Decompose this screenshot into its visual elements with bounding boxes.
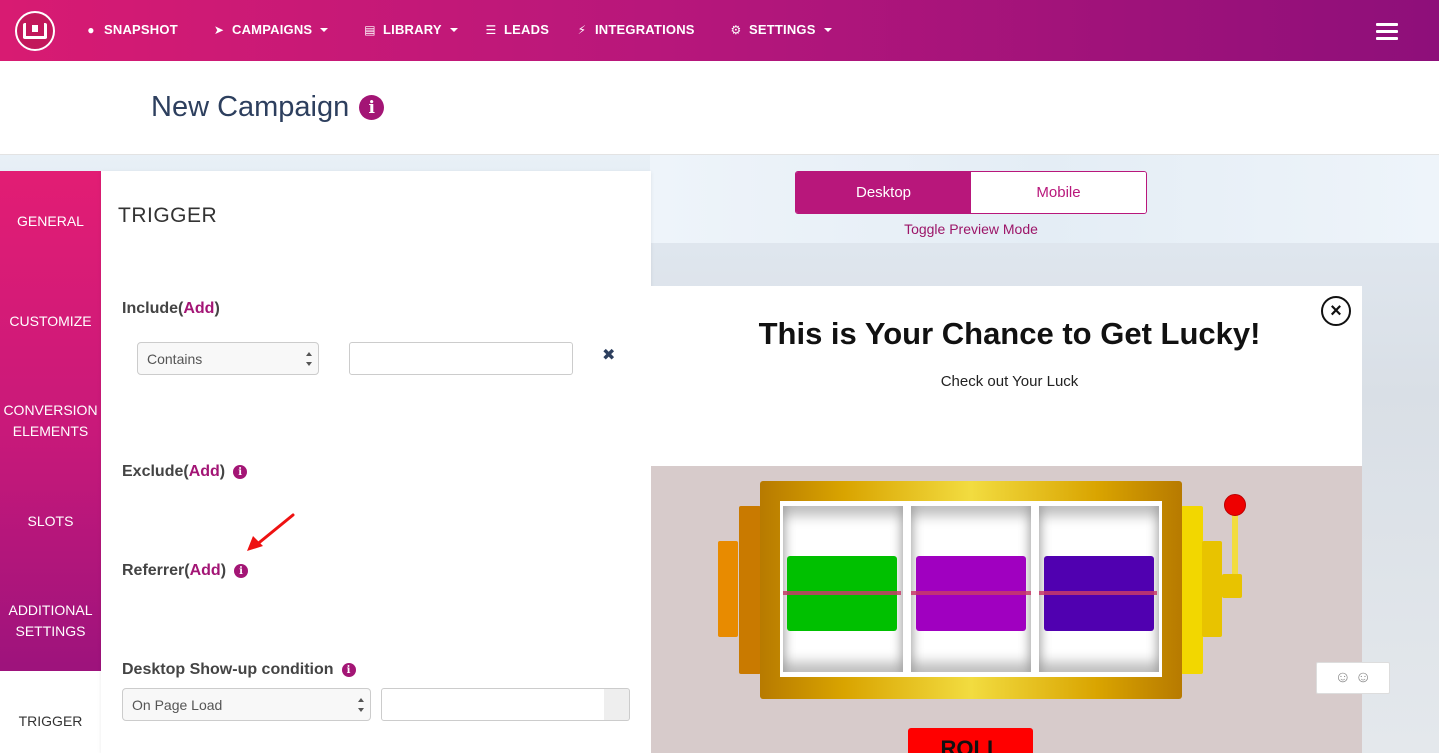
nav-settings-label: SETTINGS (749, 22, 816, 37)
referrer-section-label: Referrer ( Add ) i (122, 562, 249, 580)
include-rule-select[interactable]: Contains (137, 342, 319, 375)
info-icon[interactable]: i (359, 95, 385, 120)
hamburger-menu-icon[interactable] (1376, 23, 1398, 41)
select-arrows-icon (358, 698, 364, 712)
chevron-down-icon (823, 27, 832, 32)
popup-subtitle: Check out Your Luck (940, 373, 1079, 390)
slot-side-left-outer (718, 541, 738, 637)
red-arrow-annotation (247, 513, 295, 551)
slot-payline (911, 591, 1031, 595)
select-arrows-icon (306, 352, 312, 366)
nav-snapshot[interactable]: ● SNAPSHOT (84, 22, 178, 37)
tab-additional-settings[interactable]: ADDITIONAL SETTINGS (0, 600, 101, 642)
nav-leads[interactable]: ☰ LEADS (484, 22, 549, 37)
paper-plane-icon: ➤ (213, 22, 225, 37)
nav-settings[interactable]: ⚙ SETTINGS (729, 22, 832, 37)
include-label: Include (122, 300, 179, 317)
panel-title: TRIGGER (118, 204, 218, 227)
nav-campaigns[interactable]: ➤ CAMPAIGNS (212, 22, 329, 37)
info-icon[interactable]: i (341, 663, 356, 677)
desktop-condition-label: Desktop Show-up condition i (122, 661, 356, 679)
toggle-preview-caption: Toggle Preview Mode (904, 221, 1038, 237)
add-emoji-icon[interactable]: ☺ (1335, 669, 1351, 687)
exclude-add-link[interactable]: Add (189, 463, 220, 481)
tab-slots[interactable]: SLOTS (0, 511, 101, 532)
referrer-label: Referrer (122, 562, 185, 579)
popup-title: This is Your Chance to Get Lucky! (758, 316, 1261, 351)
trigger-panel: TRIGGER Include ( Add ) Contains ✖ Exclu… (101, 171, 651, 753)
logo-mark (23, 23, 47, 39)
app-logo[interactable] (15, 11, 55, 51)
smiley-icon[interactable]: ☺ (1355, 669, 1371, 687)
toggle-mobile-button[interactable]: Mobile (971, 172, 1146, 213)
exclude-label: Exclude (122, 463, 184, 480)
chevron-down-icon (449, 27, 458, 32)
nav-campaigns-label: CAMPAIGNS (232, 22, 313, 37)
tab-trigger[interactable]: TRIGGER (0, 671, 101, 753)
page-title: New Campaign i (151, 91, 385, 124)
referrer-add-link[interactable]: Add (190, 562, 221, 580)
nav-library-label: LIBRARY (383, 22, 442, 37)
include-rule-input[interactable] (349, 342, 573, 375)
page-title-text: New Campaign (151, 91, 350, 123)
desktop-condition-select-value: On Page Load (132, 696, 223, 713)
chevron-down-icon (320, 27, 329, 32)
slot-payline (783, 591, 901, 595)
exclude-paren-close: ) (219, 463, 226, 480)
slot-side-right-inner (1181, 506, 1203, 674)
nav-leads-label: LEADS (504, 22, 550, 37)
nav-integrations[interactable]: ⚡ INTEGRATIONS (575, 22, 695, 37)
nav-library[interactable]: ▤ LIBRARY (363, 22, 458, 37)
desktop-condition-text: Desktop Show-up condition (122, 661, 334, 678)
include-add-link[interactable]: Add (183, 300, 214, 318)
include-paren-close: ) (214, 300, 220, 317)
slot-payline (1039, 591, 1157, 595)
tab-conversion-elements[interactable]: CONVERSION ELEMENTS (0, 400, 101, 442)
desktop-condition-input[interactable] (381, 688, 605, 721)
slot-lever-base (1222, 574, 1242, 598)
referrer-paren-close: ) (220, 562, 227, 579)
exclude-section-label: Exclude ( Add ) i (122, 463, 248, 481)
list-icon: ☰ (485, 22, 497, 37)
remove-rule-icon[interactable]: ✖ (602, 345, 615, 365)
page-header: New Campaign i (0, 61, 1439, 155)
include-section-label: Include ( Add ) (122, 300, 220, 318)
plug-icon: ⚡ (577, 22, 587, 37)
library-icon: ▤ (364, 22, 376, 37)
emoji-reaction-widget[interactable]: ☺ ☺ (1316, 662, 1390, 694)
gears-icon: ⚙ (730, 22, 742, 37)
dashboard-icon: ● (87, 22, 95, 37)
roll-button[interactable]: ROLL (908, 728, 1033, 753)
top-navbar: ● SNAPSHOT ➤ CAMPAIGNS ▤ LIBRARY ☰ LEADS… (0, 0, 1439, 61)
info-icon[interactable]: i (233, 465, 248, 479)
preview-mode-toggle: Desktop Mobile (795, 171, 1147, 214)
include-rule-select-value: Contains (147, 350, 203, 367)
slot-side-left-inner (739, 506, 761, 674)
toggle-desktop-button[interactable]: Desktop (796, 172, 971, 213)
nav-snapshot-label: SNAPSHOT (104, 22, 178, 37)
settings-tabs: GENERAL CUSTOMIZE CONVERSION ELEMENTS SL… (0, 171, 101, 753)
desktop-condition-select[interactable]: On Page Load (122, 688, 371, 721)
slot-side-right-outer (1202, 541, 1222, 637)
nav-integrations-label: INTEGRATIONS (595, 22, 695, 37)
input-addon (604, 688, 630, 721)
info-icon[interactable]: i (234, 564, 249, 578)
tab-general[interactable]: GENERAL (0, 211, 101, 232)
tab-customize[interactable]: CUSTOMIZE (0, 311, 101, 332)
slot-lever-handle[interactable] (1224, 494, 1246, 516)
